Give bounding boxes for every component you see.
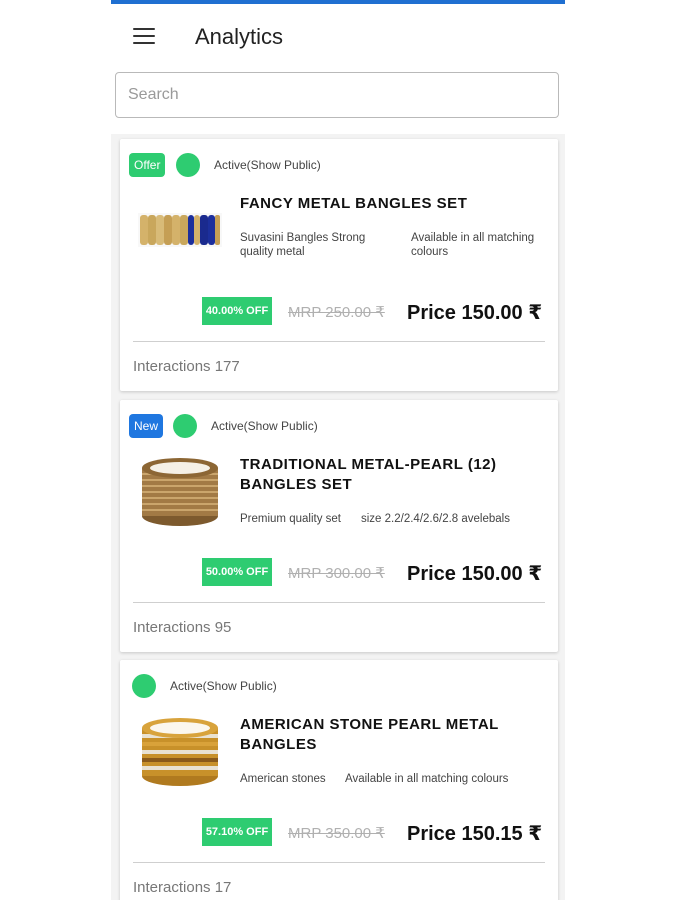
status-label: Active(Show Public) xyxy=(170,679,277,693)
interactions-count: Interactions 177 xyxy=(133,358,240,375)
product-card[interactable]: Offer Active(Show Public) FANCY METAL BA… xyxy=(120,139,558,391)
page-title: Analytics xyxy=(195,24,284,49)
product-description: Suvasini Bangles Strong quality metal xyxy=(240,232,366,258)
product-card[interactable]: Active(Show Public) AMERICAN STONE PEARL… xyxy=(120,660,558,900)
hamburger-menu-icon[interactable] xyxy=(133,28,155,44)
mrp-price: MRP 250.00 ₹ xyxy=(288,304,385,321)
active-status-dot-icon xyxy=(176,153,200,177)
mrp-price: MRP 350.00 ₹ xyxy=(288,825,385,842)
blue-gold-bangles-image xyxy=(138,213,222,247)
search-bar xyxy=(111,66,565,134)
discount-badge: 40.00% OFF xyxy=(202,297,272,325)
product-availability: Available in all matching colours xyxy=(345,773,509,785)
app-bar: Analytics xyxy=(111,4,565,66)
product-title: FANCY METAL BANGLES SET xyxy=(240,195,468,212)
offer-badge: Offer xyxy=(129,153,166,177)
sale-price: Price 150.00 ₹ xyxy=(407,302,543,324)
active-status-dot-icon xyxy=(132,674,156,698)
product-description: Premium quality set xyxy=(240,513,341,525)
discount-badge: 50.00% OFF xyxy=(202,558,272,586)
interactions-count: Interactions 17 xyxy=(133,879,231,896)
sale-price: Price 150.15 ₹ xyxy=(407,823,543,845)
interactions-label: Interactions xyxy=(133,879,211,896)
pearl-bangles-image xyxy=(142,458,218,526)
product-card[interactable]: New Active(Show Public) TRADITIONAL META… xyxy=(120,400,558,652)
stone-bangles-image xyxy=(142,718,218,786)
interactions-count: Interactions 95 xyxy=(133,619,231,636)
search-input[interactable] xyxy=(115,72,559,118)
mrp-price: MRP 300.00 ₹ xyxy=(288,565,385,582)
sale-price: Price 150.00 ₹ xyxy=(407,563,543,585)
new-badge: New xyxy=(129,414,164,438)
divider xyxy=(133,862,545,863)
interactions-value: 177 xyxy=(214,358,240,375)
interactions-value: 95 xyxy=(214,619,232,636)
product-size: size 2.2/2.4/2.6/2.8 avelebals xyxy=(361,513,510,525)
app-screen: Analytics Offer Active(Show Public) xyxy=(111,0,565,900)
active-status-dot-icon xyxy=(173,414,197,438)
product-description: American stones xyxy=(240,773,326,785)
interactions-label: Interactions xyxy=(133,619,211,636)
status-label: Active(Show Public) xyxy=(214,158,321,172)
divider xyxy=(133,341,545,342)
discount-badge: 57.10% OFF xyxy=(202,818,272,846)
product-availability: Available in all matching colours xyxy=(411,232,535,258)
interactions-label: Interactions xyxy=(133,358,211,375)
interactions-value: 17 xyxy=(214,879,232,896)
product-title: TRADITIONAL METAL-PEARL (12) BANGLES SET xyxy=(240,456,497,493)
divider xyxy=(133,602,545,603)
status-label: Active(Show Public) xyxy=(211,419,318,433)
product-title: AMERICAN STONE PEARL METAL BANGLES xyxy=(240,716,499,753)
